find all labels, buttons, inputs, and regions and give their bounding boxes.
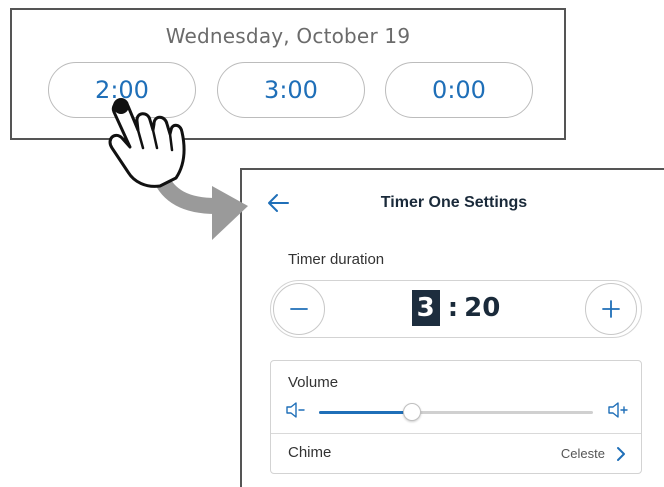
screen: Wednesday, October 19 2:00 3:00 0:00 Tim… [0, 0, 664, 487]
duration-seconds[interactable]: 20 [464, 293, 500, 323]
date-label: Wednesday, October 19 [165, 24, 411, 48]
volume-up-icon[interactable] [607, 400, 631, 420]
increase-button[interactable] [585, 283, 637, 335]
transition-arrow-icon [152, 172, 248, 240]
audio-settings-card: Volume Chime Celeste [270, 360, 642, 474]
volume-label: Volume [288, 374, 339, 391]
date-time-panel: Wednesday, October 19 2:00 3:00 0:00 [10, 8, 566, 140]
timer-duration-label: Timer duration [288, 251, 385, 268]
time-option-3[interactable]: 0:00 [385, 62, 533, 118]
chime-row[interactable]: Chime Celeste [271, 434, 641, 474]
plus-icon [602, 300, 620, 318]
duration-separator: : [447, 293, 459, 323]
duration-minutes[interactable]: 3 [411, 290, 440, 326]
time-option-2[interactable]: 3:00 [217, 62, 365, 118]
volume-slider-thumb[interactable] [403, 403, 422, 421]
volume-slider-fill [319, 411, 413, 414]
volume-slider-track[interactable] [319, 411, 593, 414]
chime-value: Celeste [560, 446, 605, 461]
timer-settings-panel: Timer One Settings Timer duration 3:20 V… [240, 168, 664, 487]
duration-stepper: 3:20 [270, 280, 642, 338]
time-option-1[interactable]: 2:00 [48, 62, 196, 118]
chevron-right-icon [617, 447, 625, 461]
chime-label: Chime [288, 444, 332, 461]
volume-down-icon[interactable] [285, 400, 309, 420]
settings-title: Timer One Settings [380, 194, 528, 211]
